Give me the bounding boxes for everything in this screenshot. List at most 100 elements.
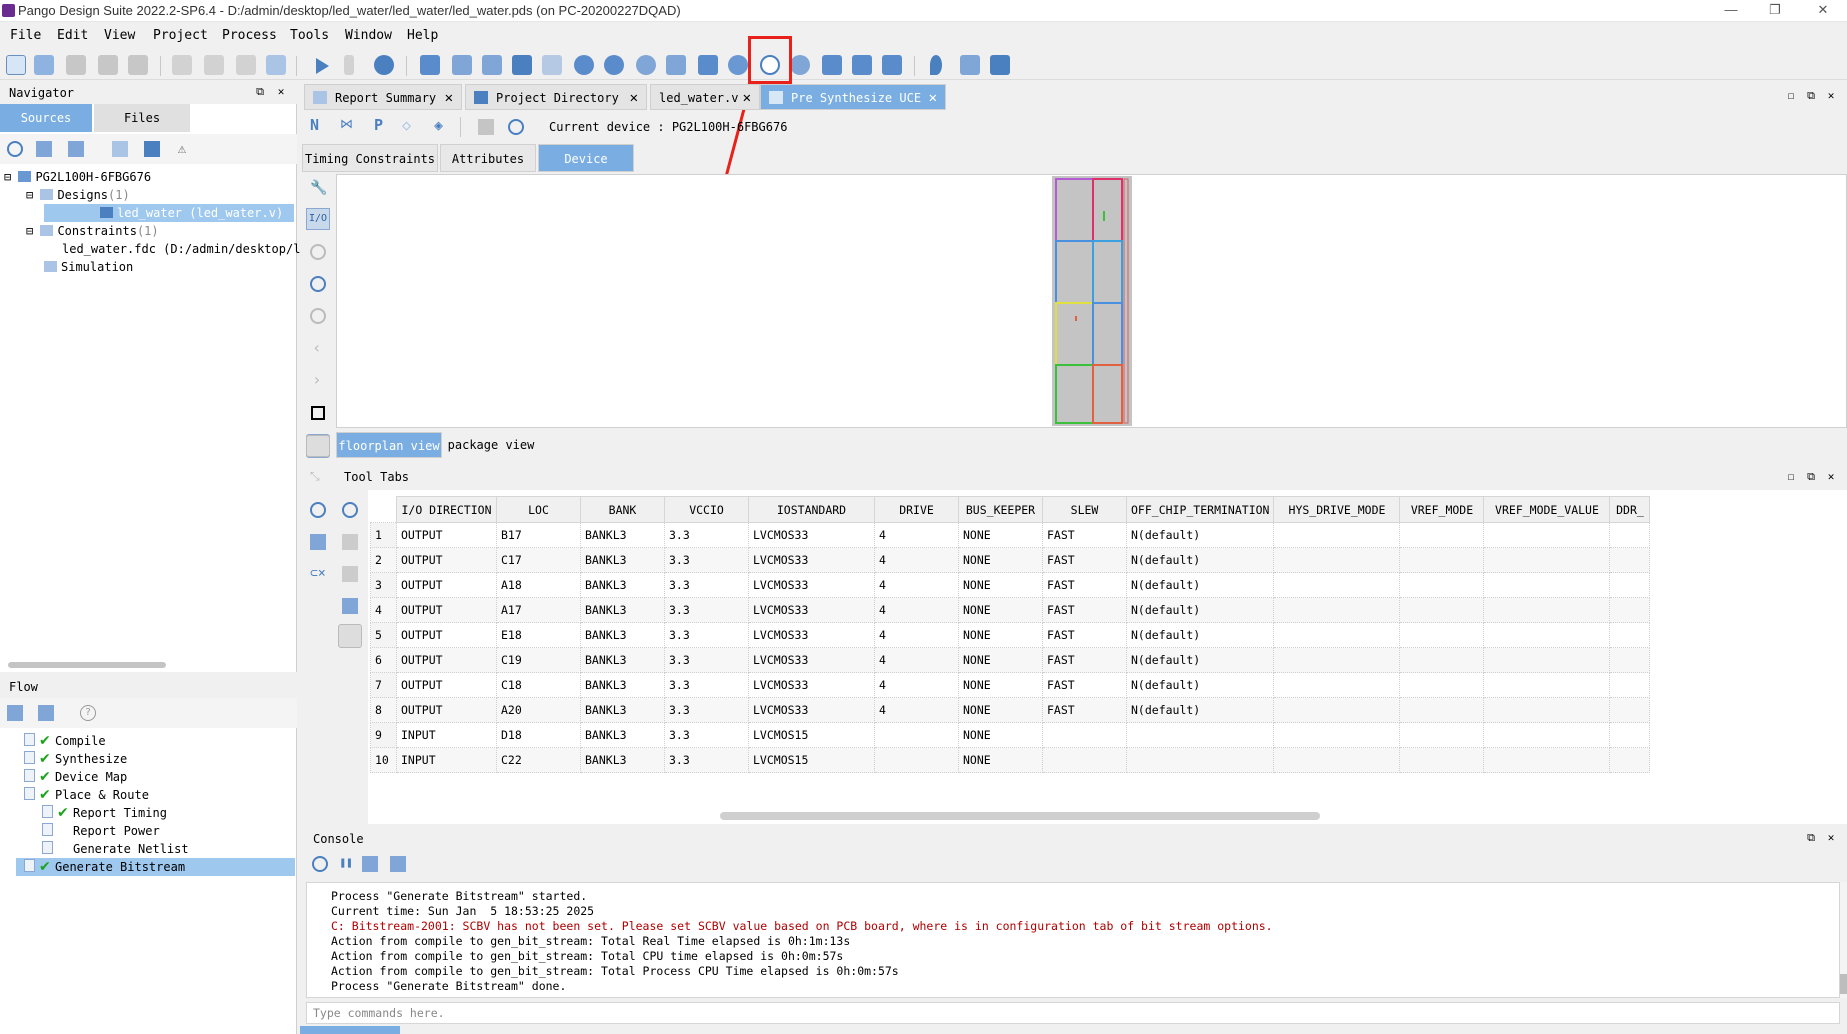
close-button[interactable]: ✕ [1808, 0, 1838, 22]
zoom-in-icon[interactable] [310, 276, 326, 292]
menu-view[interactable]: View [104, 28, 135, 43]
table-cell[interactable]: 3.3 [664, 547, 749, 573]
table-cell[interactable] [1399, 522, 1485, 548]
table-cell[interactable]: BANKL3 [580, 647, 665, 673]
maximize-panel-icon[interactable]: ☐ [1784, 470, 1798, 484]
table-cell[interactable] [1609, 522, 1651, 548]
debug-icon[interactable] [728, 55, 748, 75]
menu-window[interactable]: Window [345, 28, 392, 43]
flow-item[interactable]: ✔ Place & Route [10, 786, 295, 804]
view-mode-icon[interactable] [302, 432, 334, 458]
table-cell[interactable]: N(default) [1125, 672, 1275, 698]
table-cell[interactable]: C18 [496, 672, 581, 698]
save-as-icon[interactable] [98, 55, 118, 75]
flow-item[interactable]: Report Power [10, 822, 295, 840]
cut-icon[interactable] [172, 55, 192, 75]
tab-floorplan-view[interactable]: floorplan view [336, 432, 442, 458]
find-icon[interactable] [266, 55, 286, 75]
column-header[interactable]: BUS_KEEPER [958, 496, 1043, 523]
restore-button[interactable]: ❐ [1760, 0, 1790, 22]
table-cell[interactable]: 4 [874, 597, 959, 623]
table-cell[interactable] [1399, 747, 1485, 773]
table-cell[interactable] [1399, 647, 1485, 673]
schematic-icon[interactable] [512, 55, 532, 75]
settings-gear-icon[interactable] [374, 55, 394, 75]
table-row[interactable]: 3 OUTPUT A18 BANKL3 3.3 LVCMOS33 4 NONE FAST N(de… [370, 572, 1651, 598]
table-cell[interactable]: 3.3 [664, 622, 749, 648]
table-cell[interactable]: BANKL3 [580, 547, 665, 573]
table-cell[interactable]: N(default) [1125, 647, 1275, 673]
table-cell[interactable]: LVCMOS15 [748, 722, 875, 748]
table-cell[interactable]: D18 [496, 722, 581, 748]
flow-item[interactable]: Generate Netlist [10, 840, 295, 858]
column-header[interactable]: BANK [580, 496, 665, 523]
table-cell[interactable] [1273, 572, 1401, 598]
table-cell[interactable]: NONE [958, 572, 1043, 598]
table-cell[interactable]: BANKL3 [580, 597, 665, 623]
table-cell[interactable] [1609, 547, 1651, 573]
table-row[interactable]: 7 OUTPUT C18 BANKL3 3.3 LVCMOS33 4 NONE FAST N(de… [370, 672, 1651, 698]
table-row[interactable]: 4 OUTPUT A17 BANKL3 3.3 LVCMOS33 4 NONE FAST N(de… [370, 597, 1651, 623]
table-cell[interactable] [1483, 747, 1611, 773]
tab-report-summary[interactable]: Report Summary ✕ [304, 84, 462, 110]
table-cell[interactable]: A20 [496, 697, 581, 723]
tab-timing-constraints[interactable]: Timing Constraints [302, 144, 438, 172]
table-cell[interactable] [874, 747, 959, 773]
table-cell[interactable]: 3.3 [664, 747, 749, 773]
table-cell[interactable] [1483, 722, 1611, 748]
table-cell[interactable]: 4 [874, 622, 959, 648]
table-cell[interactable]: NONE [958, 547, 1043, 573]
column-header[interactable]: VREF_MODE_VALUE [1483, 496, 1611, 523]
pause-icon[interactable] [344, 55, 354, 75]
table-cell[interactable]: 3.3 [664, 722, 749, 748]
tree-constraint-file[interactable]: led_water.fdc (D:/admin/desktop/l [4, 240, 300, 258]
tab-package-view[interactable]: package view [444, 432, 538, 458]
edit-constraints-icon[interactable] [420, 55, 440, 75]
table-cell[interactable]: C17 [496, 547, 581, 573]
table-cell[interactable]: LVCMOS33 [748, 572, 875, 598]
table-cell[interactable]: FAST [1042, 547, 1127, 573]
table-cell[interactable]: 4 [874, 697, 959, 723]
table-cell[interactable] [1483, 622, 1611, 648]
next-icon[interactable]: › [312, 370, 322, 389]
table-cell[interactable]: NONE [958, 522, 1043, 548]
find-next-icon[interactable] [342, 502, 358, 518]
tree-constraints[interactable]: ⊟ Constraints(1) [4, 222, 294, 240]
column-header[interactable]: I/O DIRECTION [396, 496, 497, 523]
table-cell[interactable]: OUTPUT [396, 647, 497, 673]
path-icon[interactable]: ⋈ [340, 117, 353, 132]
tree-icon[interactable] [342, 598, 358, 614]
previous-icon[interactable]: ‹ [312, 338, 322, 357]
close-tab-icon[interactable]: ✕ [445, 85, 453, 111]
expand-all-icon[interactable] [7, 705, 23, 721]
close-panel-icon[interactable]: ✕ [1824, 89, 1838, 103]
bottom-tab-indicator[interactable] [300, 1026, 400, 1034]
column-header[interactable]: DDR_ [1609, 496, 1651, 523]
table-cell[interactable]: LVCMOS33 [748, 547, 875, 573]
table-cell[interactable]: A17 [496, 597, 581, 623]
horizontal-scrollbar[interactable] [8, 662, 166, 668]
table-cell[interactable]: FAST [1042, 647, 1127, 673]
table-cell[interactable]: NONE [958, 747, 1043, 773]
collapse-all-icon[interactable] [68, 141, 84, 157]
column-header[interactable]: IOSTANDARD [748, 496, 875, 523]
table-cell[interactable]: 4 [874, 647, 959, 673]
table-cell[interactable]: 3.3 [664, 647, 749, 673]
table-cell[interactable]: 4 [874, 522, 959, 548]
grid-icon[interactable] [482, 55, 502, 75]
collapse-all-icon[interactable] [38, 705, 54, 721]
table-cell[interactable] [1399, 597, 1485, 623]
table-cell[interactable] [1273, 522, 1401, 548]
table-cell[interactable]: LVCMOS33 [748, 522, 875, 548]
table-cell[interactable]: B17 [496, 522, 581, 548]
table-cell[interactable]: 3.3 [664, 572, 749, 598]
zoom-out-icon[interactable] [310, 308, 326, 324]
table-cell[interactable]: LVCMOS33 [748, 697, 875, 723]
search-icon[interactable] [310, 502, 326, 518]
table-cell[interactable]: BANKL3 [580, 522, 665, 548]
close-panel-icon[interactable]: ✕ [1824, 470, 1838, 484]
io-icon[interactable]: I/O [306, 208, 330, 230]
search-icon[interactable] [7, 141, 23, 157]
column-header[interactable]: LOC [496, 496, 581, 523]
table-cell[interactable]: N(default) [1125, 597, 1275, 623]
